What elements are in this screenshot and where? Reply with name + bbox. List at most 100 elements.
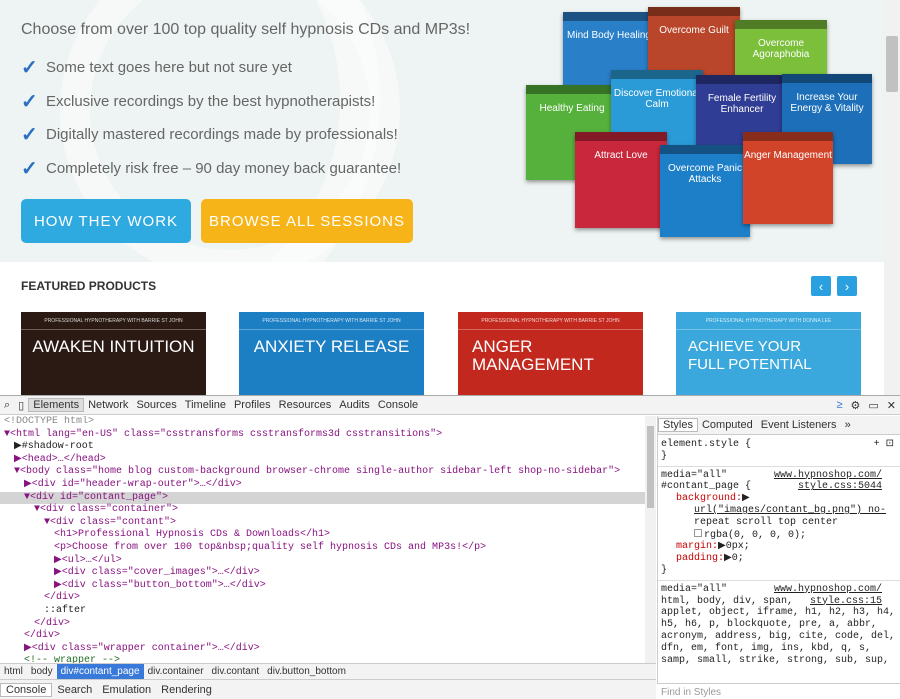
- dom-node[interactable]: ▼<html lang="en-US" class="csstransforms…: [0, 429, 656, 442]
- scrollbar-thumb[interactable]: [647, 426, 654, 508]
- rule-selector: html, body, div, span, style.css:15: [661, 595, 882, 607]
- product-title: ANXIETY RELEASE: [253, 337, 410, 356]
- dom-node[interactable]: ▼<body class="home blog custom-backgroun…: [0, 466, 656, 479]
- scrollbar-thumb[interactable]: [886, 36, 898, 92]
- dom-node[interactable]: <p>Choose from over 100 top&nbsp;quality…: [0, 542, 656, 555]
- dom-node[interactable]: </div>: [0, 618, 656, 631]
- hero-section: Choose from over 100 top quality self hy…: [0, 0, 884, 262]
- cd-cover[interactable]: Anger Management: [743, 132, 833, 224]
- tab-network[interactable]: Network: [84, 399, 132, 411]
- tab-console[interactable]: Console: [374, 399, 422, 411]
- tab-timeline[interactable]: Timeline: [181, 399, 230, 411]
- product-card[interactable]: PROFESSIONAL HYPNOTHERAPY WITH BARRIE ST…: [458, 312, 643, 395]
- bullet-item: ✓ Some text goes here but not sure yet: [21, 57, 292, 79]
- tab-resources[interactable]: Resources: [275, 399, 336, 411]
- drawer-tab-rendering[interactable]: Rendering: [156, 684, 217, 696]
- product-title: AWAKEN INTUITION: [32, 337, 195, 356]
- product-card[interactable]: PROFESSIONAL HYPNOTHERAPY WITH BARRIE ST…: [239, 312, 424, 395]
- dom-node[interactable]: ▶#shadow-root: [0, 441, 656, 454]
- product-card[interactable]: PROFESSIONAL HYPNOTHERAPY WITH BARRIE ST…: [21, 312, 206, 395]
- css-value: rgba(0, 0, 0, 0);: [658, 528, 900, 542]
- tab-computed[interactable]: Computed: [698, 419, 757, 431]
- cd-cover[interactable]: Overcome Panic Attacks: [660, 145, 750, 237]
- breadcrumb-item[interactable]: div.contant: [208, 666, 264, 677]
- dom-node[interactable]: ▶<ul>…</ul>: [0, 555, 656, 568]
- cd-cover[interactable]: Attract Love: [575, 132, 667, 228]
- dom-node[interactable]: </div>: [0, 630, 656, 643]
- gear-icon[interactable]: ⚙: [847, 399, 865, 412]
- tab-profiles[interactable]: Profiles: [230, 399, 275, 411]
- drawer-tab-emulation[interactable]: Emulation: [97, 684, 156, 696]
- how-they-work-button[interactable]: HOW THEY WORK: [21, 199, 191, 243]
- rule-source: media="all" www.hypnoshop.com/: [661, 469, 882, 481]
- rule-selector: dfn, em, font, img, ins, kbd, q, s,: [661, 642, 872, 654]
- color-swatch-icon[interactable]: [694, 528, 702, 537]
- rule-close: }: [661, 450, 668, 462]
- rule-source: media="all" www.hypnoshop.com/: [661, 583, 882, 595]
- bullet-item: ✓ Exclusive recordings by the best hypnot…: [21, 91, 376, 113]
- drawer-toggle-icon[interactable]: ≥: [832, 399, 846, 411]
- css-value: repeat scroll top center: [694, 516, 839, 528]
- bullet-item: ✓ Completely risk free – 90 day money bac…: [21, 158, 402, 180]
- dom-node[interactable]: ▼<div class="contant">: [0, 517, 656, 530]
- devtools-toolbar: ⌕ ▯ Elements Network Sources Timeline Pr…: [0, 396, 900, 415]
- dom-node[interactable]: ::after: [0, 605, 656, 618]
- product-title: ANGER MANAGEMENT: [472, 337, 594, 374]
- tab-styles[interactable]: Styles: [658, 418, 698, 432]
- page-scrollbar[interactable]: [884, 0, 900, 395]
- devtools-panel: ⌕ ▯ Elements Network Sources Timeline Pr…: [0, 395, 900, 699]
- dom-node[interactable]: <!-- wrapper -->: [0, 655, 656, 663]
- css-property[interactable]: padding:▶0;: [658, 553, 900, 565]
- dom-node[interactable]: ▶<head>…</head>: [0, 454, 656, 467]
- elements-scrollbar[interactable]: [645, 416, 656, 663]
- product-title: ACHIEVE YOUR FULL POTENTIAL: [688, 338, 812, 373]
- hero-tagline: Choose from over 100 top quality self hy…: [21, 21, 471, 38]
- breadcrumb-item[interactable]: div#contant_page: [56, 663, 144, 680]
- dom-node[interactable]: ▼<div id="contant_page">: [0, 491, 656, 505]
- rule-selector: samp, small, strike, strong, sub, sup,: [661, 654, 890, 666]
- close-icon[interactable]: ✕: [883, 399, 900, 412]
- tab-audits[interactable]: Audits: [335, 399, 374, 411]
- product-card[interactable]: PROFESSIONAL HYPNOTHERAPY WITH DONNA LEE…: [676, 312, 861, 395]
- breadcrumb-item[interactable]: body: [27, 666, 57, 677]
- tab-event-listeners[interactable]: Event Listeners: [757, 419, 841, 431]
- add-rule-icon[interactable]: + ⊡: [874, 439, 900, 451]
- element-style-rule: element.style {+ ⊡: [658, 439, 900, 451]
- carousel-prev-button[interactable]: ‹: [811, 276, 831, 296]
- dom-node[interactable]: <h1>Professional Hypnosis CDs & Download…: [0, 529, 656, 542]
- checkmark-icon: ✓: [21, 158, 38, 180]
- checkmark-icon: ✓: [21, 57, 38, 79]
- dom-node[interactable]: ▼<div class="container">: [0, 504, 656, 517]
- bullet-item: ✓ Digitally mastered recordings made by p…: [21, 124, 398, 146]
- rule-selector: #contant_page {style.css:5044: [661, 481, 882, 493]
- styles-tabs: Styles Computed Event Listeners »: [658, 416, 900, 435]
- dom-node[interactable]: ▶<div class="wrapper container">…</div>: [0, 643, 656, 656]
- drawer-tab-console[interactable]: Console: [0, 683, 53, 697]
- css-property[interactable]: background:▶: [658, 493, 900, 505]
- dom-node[interactable]: <!DOCTYPE html>: [0, 416, 656, 429]
- find-in-styles-input[interactable]: Find in Styles: [657, 683, 900, 699]
- checkmark-icon: ✓: [21, 91, 38, 113]
- breadcrumb-item[interactable]: div.container: [144, 666, 208, 677]
- dom-node[interactable]: ▶<div id="header-wrap-outer">…</div>: [0, 479, 656, 492]
- device-mode-icon[interactable]: ▯: [14, 399, 28, 412]
- styles-pane: Styles Computed Event Listeners » elemen…: [657, 416, 900, 699]
- drawer-tabs: Console Search Emulation Rendering: [0, 679, 656, 699]
- dom-node[interactable]: ▶<div class="button_bottom">…</div>: [0, 580, 656, 593]
- tab-more[interactable]: »: [841, 419, 855, 431]
- dock-icon[interactable]: ▭: [864, 399, 882, 412]
- search-icon[interactable]: ⌕: [0, 399, 14, 412]
- breadcrumb-item[interactable]: html: [0, 666, 27, 677]
- checkmark-icon: ✓: [21, 124, 38, 146]
- dom-node[interactable]: ▶<div class="cover_images">…</div>: [0, 567, 656, 580]
- tab-elements[interactable]: Elements: [28, 398, 85, 412]
- dom-node[interactable]: </div>: [0, 592, 656, 605]
- breadcrumb-item[interactable]: div.button_bottom: [263, 666, 350, 677]
- carousel-next-button[interactable]: ›: [837, 276, 857, 296]
- tab-sources[interactable]: Sources: [132, 399, 180, 411]
- browse-all-sessions-button[interactable]: BROWSE ALL SESSIONS: [201, 199, 413, 243]
- webpage-viewport: Choose from over 100 top quality self hy…: [0, 0, 900, 395]
- drawer-tab-search[interactable]: Search: [52, 684, 97, 696]
- featured-products-heading: FEATURED PRODUCTS: [21, 279, 157, 293]
- css-property[interactable]: margin:▶0px;: [658, 541, 900, 553]
